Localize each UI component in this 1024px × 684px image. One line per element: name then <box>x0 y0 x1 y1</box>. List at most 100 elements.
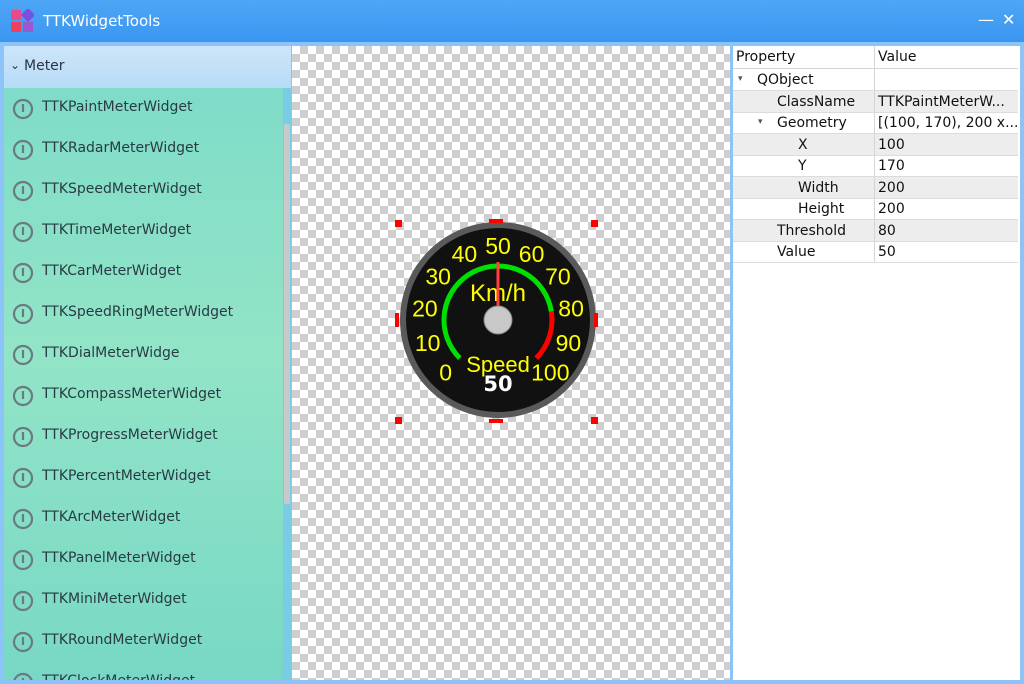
toolbox-item-label: TTKSpeedMeterWidget <box>42 181 202 197</box>
property-value[interactable]: 80 <box>878 223 896 239</box>
meter-scale-label: 40 <box>452 241 478 267</box>
property-value[interactable]: 100 <box>878 137 905 153</box>
resize-handle-top[interactable] <box>489 219 503 223</box>
meter-scale-label: 60 <box>519 241 545 267</box>
toolbox-item[interactable]: TTKRadarMeterWidget <box>4 129 283 169</box>
property-row[interactable]: ▾ QObject <box>733 69 1018 91</box>
property-header: Property Value <box>733 46 1018 69</box>
gauge-icon <box>12 631 34 653</box>
toolbox-item-label: TTKPaintMeterWidget <box>42 99 193 115</box>
toolbox-item[interactable]: TTKPaintMeterWidget <box>4 88 283 128</box>
property-name: Geometry <box>777 115 847 131</box>
toolbox-item[interactable]: TTKArcMeterWidget <box>4 498 283 538</box>
app-logo-icon <box>11 9 34 32</box>
toolbox-group-meter[interactable]: ⌄ Meter <box>4 46 291 88</box>
expand-arrow-icon[interactable]: ▾ <box>758 117 763 127</box>
property-value[interactable]: 200 <box>878 201 905 217</box>
meter-needle-hub <box>483 305 513 335</box>
toolbox-item[interactable]: TTKMiniMeterWidget <box>4 580 283 620</box>
toolbox-item[interactable]: TTKPanelMeterWidget <box>4 539 283 579</box>
resize-handle-top-right[interactable] <box>591 220 598 227</box>
property-row[interactable]: Width 200 <box>733 176 1018 199</box>
toolbox-item[interactable]: TTKSpeedRingMeterWidget <box>4 293 283 333</box>
property-value[interactable]: [(100, 170), 200 x... <box>878 115 1018 131</box>
toolbox-item-label: TTKRoundMeterWidget <box>42 632 203 648</box>
property-column-header[interactable]: Property <box>736 49 795 65</box>
meter-scale-label: 20 <box>412 295 438 321</box>
toolbox-item[interactable]: TTKProgressMeterWidget <box>4 416 283 456</box>
resize-handle-bottom[interactable] <box>489 419 503 423</box>
scrollbar-thumb[interactable] <box>284 124 290 504</box>
resize-handle-bottom-right[interactable] <box>591 417 598 424</box>
gauge-icon <box>12 262 34 284</box>
toolbox-item-label: TTKClockMeterWidget <box>42 673 195 680</box>
property-row[interactable]: Height 200 <box>733 198 1018 220</box>
property-row[interactable]: Value 50 <box>733 241 1018 263</box>
meter-scale-label: 100 <box>531 359 569 385</box>
toolbox-item-label: TTKDialMeterWidge <box>42 345 180 361</box>
property-row[interactable]: ClassName TTKPaintMeterW... <box>733 90 1018 113</box>
toolbox-item[interactable]: TTKPercentMeterWidget <box>4 457 283 497</box>
toolbox-item[interactable]: TTKCompassMeterWidget <box>4 375 283 415</box>
meter-scale-label: 80 <box>558 295 584 321</box>
gauge-icon <box>12 508 34 530</box>
property-name: QObject <box>757 72 814 88</box>
property-name: Threshold <box>777 222 846 239</box>
toolbox-item[interactable]: TTKRoundMeterWidget <box>4 621 283 661</box>
meter-scale-label: 30 <box>425 264 451 290</box>
expand-arrow-icon[interactable]: ▾ <box>738 74 743 84</box>
widget-toolbox: ⌄ Meter TTKPaintMeterWidget TTKRadarMeter… <box>4 46 291 680</box>
column-separator[interactable] <box>874 46 875 262</box>
paint-meter-widget[interactable]: 0 10 20 30 40 50 60 70 80 90 100 Km/h Speed 50 <box>398 220 598 420</box>
toolbox-item[interactable]: TTKDialMeterWidge <box>4 334 283 374</box>
toolbox-item-label: TTKPercentMeterWidget <box>42 468 211 484</box>
property-value[interactable]: TTKPaintMeterW... <box>878 94 1005 110</box>
toolbox-item-label: TTKCompassMeterWidget <box>42 386 222 402</box>
toolbox-item-label: TTKTimeMeterWidget <box>42 222 192 238</box>
minimize-button[interactable]: — <box>978 10 994 29</box>
toolbox-item-label: TTKProgressMeterWidget <box>42 427 218 443</box>
toolbox-item-label: TTKArcMeterWidget <box>42 509 181 525</box>
property-row[interactable]: X 100 <box>733 133 1018 156</box>
property-value[interactable]: 50 <box>878 244 896 260</box>
toolbox-item[interactable]: TTKTimeMeterWidget <box>4 211 283 251</box>
property-name: ClassName <box>777 93 856 110</box>
gauge-icon <box>12 98 34 120</box>
resize-handle-top-left[interactable] <box>395 220 402 227</box>
value-column-header[interactable]: Value <box>878 49 916 65</box>
property-name: Y <box>798 158 807 174</box>
gauge-icon <box>12 180 34 202</box>
property-name: Value <box>777 244 816 260</box>
resize-handle-right[interactable] <box>594 313 598 327</box>
meter-dial: 010203040 50 60708090100Km/hSpeed50 <box>400 222 596 418</box>
property-value[interactable]: 200 <box>878 180 905 196</box>
meter-scale-label: 0 <box>439 359 452 385</box>
gauge-icon <box>12 549 34 571</box>
property-name: X <box>798 136 808 153</box>
toolbox-item[interactable]: TTKClockMeterWidget <box>4 662 283 680</box>
meter-scale-label: 90 <box>556 330 582 356</box>
gauge-icon <box>12 303 34 325</box>
window-title: TTKWidgetTools <box>43 12 161 30</box>
gauge-icon <box>12 139 34 161</box>
property-row[interactable]: ▾ Geometry [(100, 170), 200 x... <box>733 112 1018 134</box>
property-value[interactable]: 170 <box>878 158 905 174</box>
property-row[interactable]: Threshold 80 <box>733 219 1018 242</box>
resize-handle-bottom-left[interactable] <box>395 417 402 424</box>
toolbox-item-label: TTKPanelMeterWidget <box>42 550 196 566</box>
property-row[interactable]: Y 170 <box>733 155 1018 177</box>
toolbox-item[interactable]: TTKCarMeterWidget <box>4 252 283 292</box>
close-button[interactable]: ✕ <box>1002 10 1015 29</box>
gauge-icon <box>12 590 34 612</box>
toolbox-group-label: Meter <box>24 58 65 74</box>
gauge-icon <box>12 426 34 448</box>
resize-handle-left[interactable] <box>395 313 399 327</box>
property-name: Height <box>798 201 845 217</box>
meter-scale-label: 50 <box>485 233 511 259</box>
toolbox-item-label: TTKMiniMeterWidget <box>42 591 187 607</box>
gauge-icon <box>13 672 33 680</box>
toolbox-scrollbar[interactable] <box>283 88 291 680</box>
toolbox-item-label: TTKSpeedRingMeterWidget <box>42 304 234 320</box>
toolbox-item[interactable]: TTKSpeedMeterWidget <box>4 170 283 210</box>
title-bar: TTKWidgetTools — ✕ <box>0 0 1024 42</box>
